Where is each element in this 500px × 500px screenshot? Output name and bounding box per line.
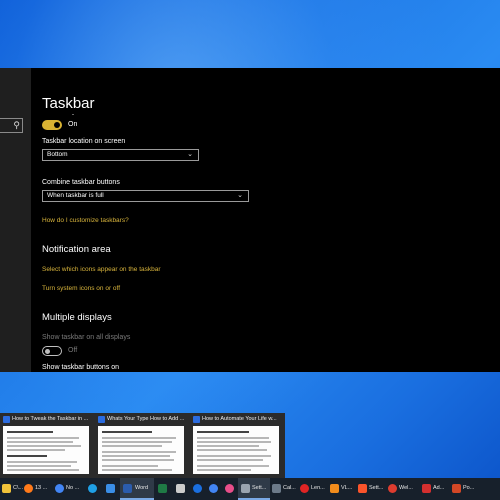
taskbar-item-welcome[interactable]: Wel... [386,478,420,500]
taskbar-item-ci-app[interactable]: C\... [0,478,23,500]
powerpoint-icon [452,484,461,493]
chevron-down-icon: ⌄ [237,192,243,199]
preview-thumbnail [98,426,184,474]
taskbar-location-label: Taskbar location on screen [42,138,126,145]
taskbar-item-cortana[interactable] [190,478,206,500]
taskbar-item-vlc[interactable]: VL... [328,478,356,500]
chrome-icon [209,484,218,493]
chrome-icon [55,484,64,493]
customize-taskbars-link[interactable]: How do I customize taskbars? [42,217,129,224]
gear-icon [241,484,250,493]
taskbar-item-firefox[interactable]: 13 ... [22,478,52,500]
preview-window-2[interactable]: Whats Your Type How to Add ... [95,413,187,478]
taskbar-item-edge[interactable] [84,478,102,500]
preview-window-1[interactable]: How to Tweak the Taskbar in ... [0,413,92,478]
taskbar-item-chrome-2[interactable] [206,478,222,500]
toggle-knob [54,122,60,128]
cortana-icon [193,484,202,493]
taskbar-item-terminal[interactable] [172,478,190,500]
preview-title: How to Automate Your Life w... [202,416,277,422]
multiple-displays-heading: Multiple displays [42,312,112,323]
lock-taskbar-toggle[interactable] [42,120,62,130]
welcome-icon [388,484,397,493]
notification-area-heading: Notification area [42,244,111,255]
terminal-icon [176,484,185,493]
combine-buttons-dropdown[interactable]: When taskbar is full ⌄ [42,190,249,202]
toggle-knob [45,348,50,354]
taskbar-item-calculator[interactable]: Cal... [270,478,298,500]
calculator-icon [272,484,281,493]
taskbar-item-lenovo[interactable]: Len... [298,478,328,500]
preview-thumbnail [193,426,279,474]
preview-title: How to Tweak the Taskbar in ... [12,416,89,422]
taskbar-item-powerpoint[interactable]: Po... [450,478,480,500]
taskbar-item-label: Sett... [252,485,267,491]
taskbar-item-label: Len... [311,485,325,491]
taskbar-item-chrome[interactable]: No ... [52,478,84,500]
taskbar-item-adobe[interactable]: Ad... [420,478,450,500]
taskbar-item-paint[interactable] [222,478,238,500]
taskbar-item-label: VL... [341,485,353,491]
taskbar-item-label: Ad... [433,485,445,491]
word-icon [123,484,132,493]
select-icons-link[interactable]: Select which icons appear on the taskbar [42,266,161,273]
taskbar-item-label: Word [135,485,149,491]
settings-search-box[interactable]: ⚲ [0,118,23,133]
edge-icon [88,484,97,493]
taskbar-item-excel[interactable] [154,478,172,500]
taskbar-item-label: Po... [463,485,475,491]
system-icons-link[interactable]: Turn system icons on or off [42,285,120,292]
show-buttons-on-label: Show taskbar buttons on [42,364,120,371]
taskbar-item-label: 13 ... [35,485,48,491]
vlc-icon [330,484,339,493]
taskbar-item-settings[interactable]: Sett... [238,478,270,500]
combine-buttons-value: When taskbar is full [47,192,104,199]
show-all-displays-label: Show taskbar on all displays [42,334,131,341]
taskbar-item-label: Sett... [369,485,384,491]
search-icon[interactable]: ⚲ [13,120,20,131]
excel-icon [158,484,167,493]
taskbar-location-dropdown[interactable]: Bottom ⌄ [42,149,199,161]
firefox-icon [24,484,33,493]
adobe-icon [422,484,431,493]
taskbar-item-label: Wel... [399,485,413,491]
taskbar-thumbnail-previews: How to Tweak the Taskbar in ... Whats Yo… [0,413,285,478]
chevron-down-icon: ⌄ [187,151,193,158]
onedrive-icon [106,484,115,493]
paint-icon [225,484,234,493]
brave-icon [358,484,367,493]
taskbar-item-brave[interactable]: Sett... [356,478,386,500]
preview-title: Whats Your Type How to Add ... [107,416,185,422]
title-divider [72,114,74,115]
combine-buttons-label: Combine taskbar buttons [42,179,120,186]
toggle-on-label: On [68,121,78,128]
windows-taskbar: C\... 13 ... No ... Word Sett... Cal... [0,478,500,500]
taskbar-location-value: Bottom [47,151,68,158]
taskbar-item-onedrive[interactable] [102,478,120,500]
page-title: Taskbar [42,95,95,112]
ci-app-icon [2,484,11,493]
taskbar-item-word[interactable]: Word [120,478,154,500]
preview-thumbnail [3,426,89,474]
settings-sidebar: ⚲ [0,68,31,372]
taskbar-item-label: No ... [66,485,80,491]
settings-window: ⚲ Taskbar On Taskbar location on screen … [0,68,500,372]
lenovo-icon [300,484,309,493]
toggle-off-label: Off [68,347,78,354]
show-all-displays-toggle[interactable] [42,346,62,356]
preview-window-3[interactable]: How to Automate Your Life w... [190,413,282,478]
taskbar-item-label: Cal... [283,485,296,491]
